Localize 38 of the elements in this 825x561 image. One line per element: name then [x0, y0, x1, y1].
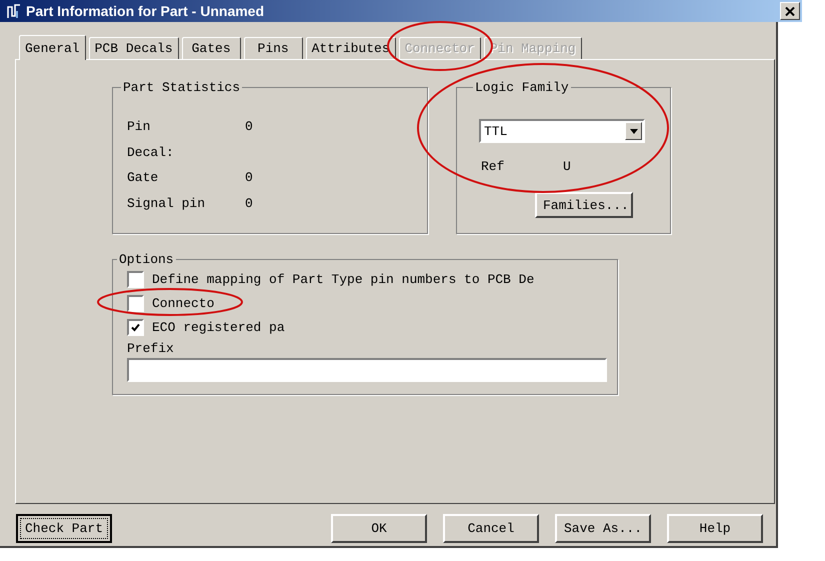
prefix-label: Prefix — [127, 341, 175, 356]
dialog-button[interactable]: Cancel — [443, 514, 539, 543]
tab[interactable]: PCB Decals — [88, 37, 179, 59]
dialog-button[interactable]: OK — [331, 514, 427, 543]
stat-label: Gate — [127, 170, 160, 187]
dialog-button[interactable]: Help — [667, 514, 763, 543]
app-icon — [6, 3, 22, 19]
families-button[interactable]: Families... — [535, 192, 633, 218]
dialog-button[interactable]: Save As... — [555, 514, 651, 543]
group-title: Part Statistics — [122, 80, 242, 95]
tab[interactable]: Attributes — [306, 37, 396, 59]
close-icon — [785, 6, 795, 16]
checkbox[interactable] — [127, 270, 144, 288]
ref-value: U — [563, 159, 571, 174]
logic-family-dropdown[interactable]: TTL — [479, 119, 645, 143]
ref-label: Ref — [481, 159, 506, 174]
stat-label: Pin — [127, 119, 152, 136]
stat-label: Decal: — [127, 144, 175, 162]
stat-value: 0 — [245, 196, 253, 212]
checkbox-label: ECO registered pa — [152, 320, 285, 334]
dropdown-arrow-icon — [630, 128, 638, 134]
window-title: Part Information for Part - Unnamed — [26, 3, 266, 19]
close-button[interactable] — [780, 2, 800, 20]
checkbox[interactable] — [127, 318, 144, 336]
prefix-field[interactable] — [127, 358, 607, 382]
checkbox-label: Define mapping of Part Type pin numbers to PCB De — [152, 272, 534, 286]
group-title: Options — [118, 252, 175, 267]
checkbox-label: Connecto — [152, 296, 214, 310]
stat-value: 0 — [245, 119, 253, 136]
stat-label: Signal pin — [127, 196, 206, 212]
group-title: Logic Family — [474, 80, 570, 95]
tab[interactable]: Pins — [244, 37, 303, 59]
tab[interactable]: General — [19, 35, 86, 60]
dialog-button[interactable]: Check Part — [16, 514, 112, 543]
tab[interactable]: Gates — [182, 37, 241, 59]
check-icon — [131, 322, 140, 332]
checkbox[interactable] — [127, 294, 144, 312]
stat-value: 0 — [245, 170, 253, 187]
